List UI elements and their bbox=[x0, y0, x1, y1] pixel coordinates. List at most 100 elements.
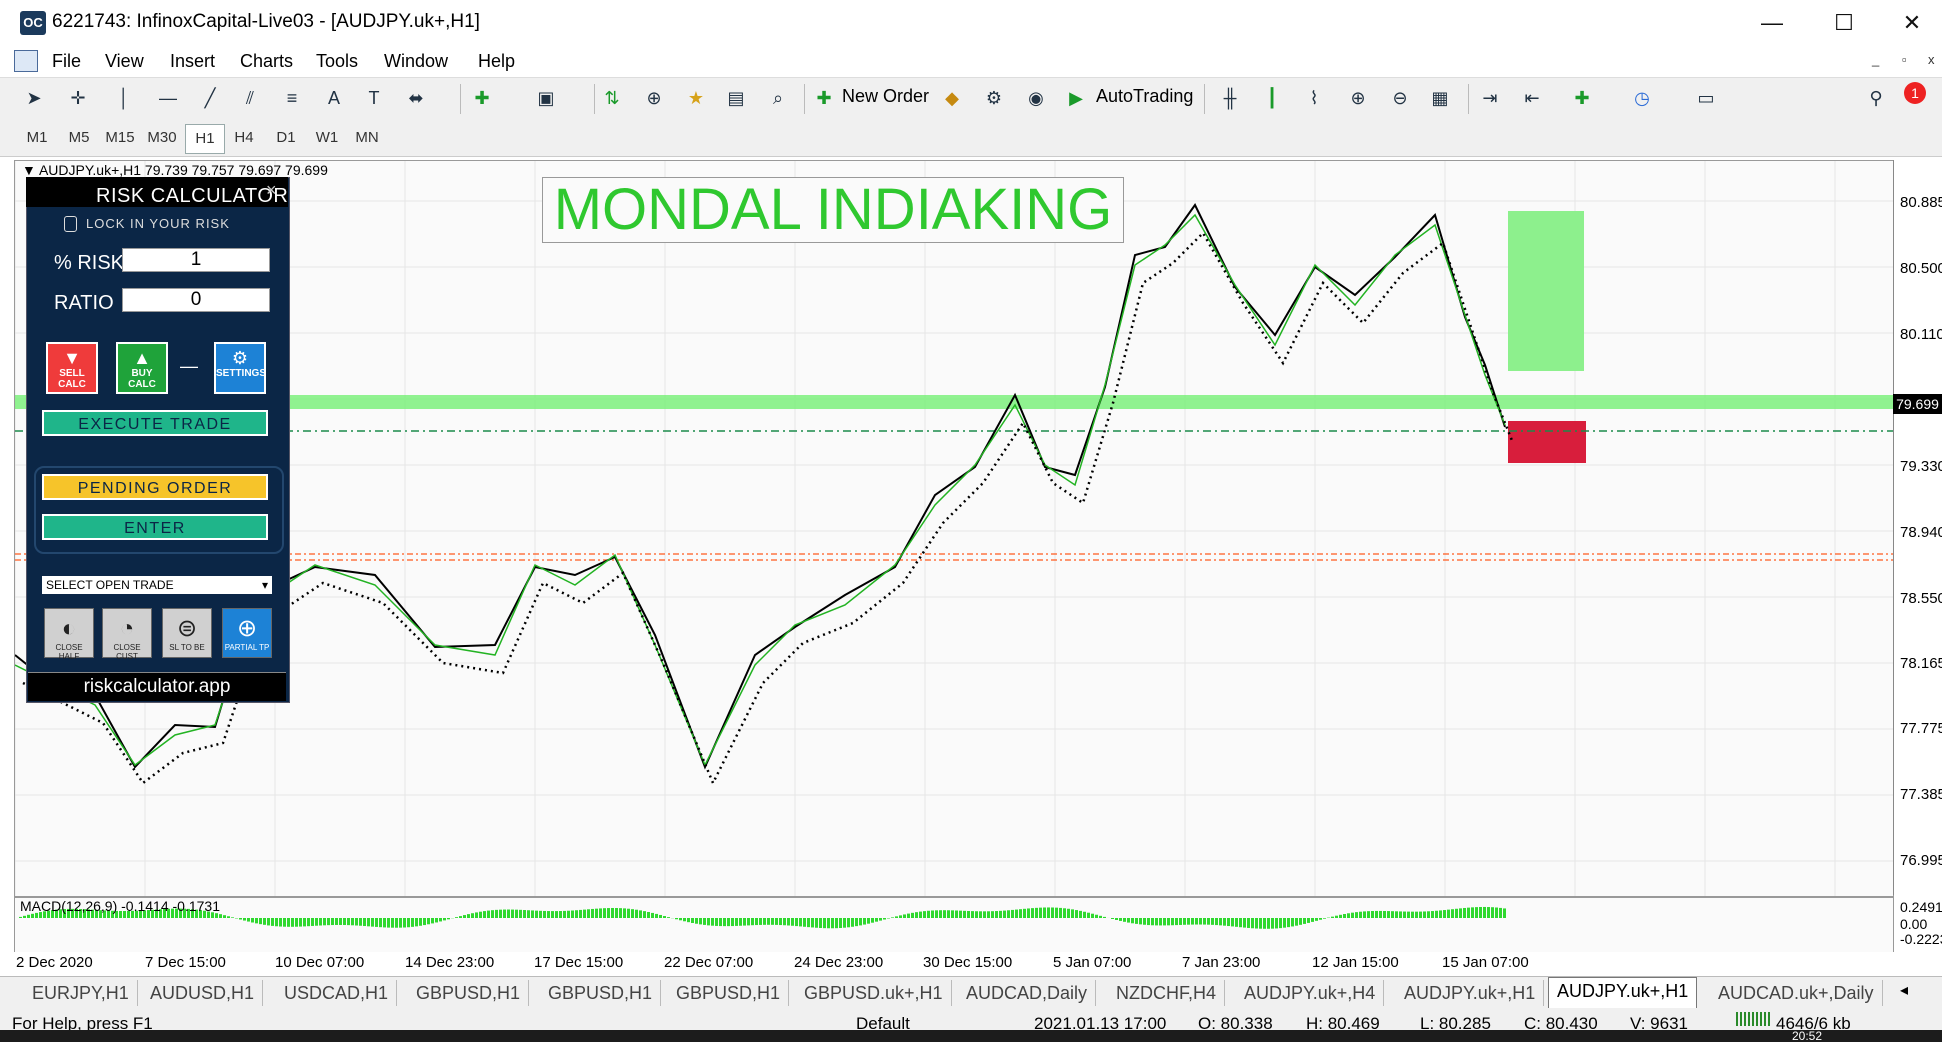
navigator-icon[interactable]: ★ bbox=[684, 86, 708, 110]
autotrading-icon[interactable]: ▶ bbox=[1064, 86, 1088, 110]
chart-tab[interactable]: AUDJPY.uk+,H4 bbox=[1236, 980, 1384, 1006]
data-window-icon[interactable]: ⊕ bbox=[642, 86, 666, 110]
close-cust-button[interactable]: ◔ CLOSE CUST bbox=[102, 608, 152, 658]
terminal-icon[interactable]: ▤ bbox=[724, 86, 748, 110]
sl-to-be-button[interactable]: ⊜ SL TO BE bbox=[162, 608, 212, 658]
equidistant-channel-icon[interactable]: ⫽ bbox=[238, 86, 262, 110]
strategy-tester-icon[interactable]: ⌕ bbox=[766, 86, 790, 110]
signals-icon[interactable]: ⚙ bbox=[982, 86, 1006, 110]
chart-tab[interactable]: GBPUSD.uk+,H1 bbox=[796, 980, 952, 1006]
macd-histogram-bar bbox=[663, 916, 666, 918]
close-half-button[interactable]: ◐ CLOSE HALF bbox=[44, 608, 94, 658]
timeframe-m30[interactable]: M30 bbox=[143, 124, 181, 152]
mdi-close-button[interactable]: x bbox=[1928, 52, 1935, 67]
buy-calc-button[interactable]: ▲ BUY CALC bbox=[116, 342, 168, 394]
timeframe-mn[interactable]: MN bbox=[348, 124, 386, 152]
macd-histogram-bar bbox=[1015, 910, 1018, 918]
line-chart-icon[interactable]: ⌇ bbox=[1302, 86, 1326, 110]
crosshair-icon[interactable]: ✛ bbox=[66, 86, 90, 110]
macd-histogram-bar bbox=[679, 918, 682, 920]
timeframe-m1[interactable]: M1 bbox=[18, 124, 56, 152]
bar-chart-icon[interactable]: ╫ bbox=[1218, 86, 1242, 110]
timeframe-d1[interactable]: D1 bbox=[267, 124, 305, 152]
timeframe-w1[interactable]: W1 bbox=[308, 124, 346, 152]
pending-order-button[interactable]: PENDING ORDER bbox=[42, 474, 268, 500]
risk-percent-input[interactable]: 1 bbox=[122, 248, 270, 272]
enter-button[interactable]: ENTER bbox=[42, 514, 268, 540]
cursor-icon[interactable]: ➤ bbox=[22, 86, 46, 110]
new-order-icon[interactable]: ✚ bbox=[812, 86, 836, 110]
chart-tab[interactable]: GBPUSD,H1 bbox=[540, 980, 661, 1006]
macd-histogram-bar bbox=[675, 918, 678, 919]
close-button[interactable]: ✕ bbox=[1888, 6, 1936, 40]
macd-histogram-bar bbox=[19, 917, 22, 918]
menu-tools[interactable]: Tools bbox=[316, 51, 358, 72]
menu-window[interactable]: Window bbox=[384, 51, 448, 72]
horizontal-line-icon[interactable]: — bbox=[156, 86, 180, 110]
lock-icon[interactable] bbox=[64, 216, 77, 232]
metaeditor-icon[interactable]: ◆ bbox=[940, 86, 964, 110]
vertical-line-icon[interactable]: │ bbox=[112, 86, 136, 110]
menu-help[interactable]: Help bbox=[478, 51, 515, 72]
fibonacci-icon[interactable]: ≡ bbox=[280, 86, 304, 110]
execute-trade-button[interactable]: EXECUTE TRADE bbox=[42, 410, 268, 436]
tab-scroll-left-icon[interactable]: ◂ bbox=[1900, 980, 1908, 1000]
price-chart-canvas bbox=[15, 161, 1893, 896]
chart-tab[interactable]: AUDUSD,H1 bbox=[142, 980, 263, 1006]
periods-icon[interactable]: ◷ bbox=[1630, 86, 1654, 110]
chart-tab[interactable]: AUDCAD,Daily bbox=[958, 980, 1096, 1006]
chart-tab-active[interactable]: AUDJPY.uk+,H1 bbox=[1548, 977, 1697, 1009]
chart-tab[interactable]: GBPUSD,H1 bbox=[668, 980, 789, 1006]
risk-calculator-close-icon[interactable]: × bbox=[266, 180, 277, 201]
zoom-in-icon[interactable]: ⊕ bbox=[1346, 86, 1370, 110]
autotrading-button[interactable]: AutoTrading bbox=[1096, 86, 1193, 107]
market-icon[interactable]: ◉ bbox=[1024, 86, 1048, 110]
indicators-icon[interactable]: ✚ bbox=[1570, 86, 1594, 110]
autoscroll-icon[interactable]: ⇥ bbox=[1478, 86, 1502, 110]
minimize-button[interactable]: — bbox=[1748, 6, 1796, 40]
timeframe-m5[interactable]: M5 bbox=[60, 124, 98, 152]
chart-window-icon[interactable] bbox=[14, 50, 38, 72]
sell-calc-button[interactable]: ▼ SELL CALC bbox=[46, 342, 98, 394]
notification-badge[interactable]: 1 bbox=[1904, 82, 1926, 104]
chart-tab[interactable]: AUDJPY.uk+,H1 bbox=[1396, 980, 1544, 1006]
candlestick-icon[interactable]: ┃ bbox=[1260, 86, 1284, 110]
ratio-input[interactable]: 0 bbox=[122, 288, 270, 312]
market-watch-icon[interactable]: ⇅ bbox=[600, 86, 624, 110]
search-icon[interactable]: ⚲ bbox=[1864, 86, 1888, 110]
tile-windows-icon[interactable]: ▦ bbox=[1428, 86, 1452, 110]
mdi-minimize-button[interactable]: _ bbox=[1872, 52, 1879, 67]
chart-tab[interactable]: GBPUSD,H1 bbox=[408, 980, 529, 1006]
new-chart-icon[interactable]: ✚ bbox=[470, 86, 494, 110]
chart-shift-icon[interactable]: ⇤ bbox=[1520, 86, 1544, 110]
zoom-out-icon[interactable]: ⊖ bbox=[1388, 86, 1412, 110]
profiles-icon[interactable]: ▣ bbox=[534, 86, 558, 110]
settings-button[interactable]: ⚙ SETTINGS bbox=[214, 342, 266, 394]
timeframe-m15[interactable]: M15 bbox=[101, 124, 139, 152]
chart-tab[interactable]: AUDCAD.uk+,Daily bbox=[1710, 980, 1883, 1006]
trendline-icon[interactable]: ╱ bbox=[198, 86, 222, 110]
menu-insert[interactable]: Insert bbox=[170, 51, 215, 72]
mdi-restore-button[interactable]: ▫ bbox=[1902, 52, 1907, 67]
price-chart[interactable] bbox=[14, 160, 1894, 897]
text-icon[interactable]: A bbox=[322, 86, 346, 110]
lock-risk-label[interactable]: LOCK IN YOUR RISK bbox=[86, 216, 230, 231]
templates-icon[interactable]: ▭ bbox=[1694, 86, 1718, 110]
chart-tab[interactable]: USDCAD,H1 bbox=[276, 980, 397, 1006]
select-open-trade-dropdown[interactable]: SELECT OPEN TRADE ▾ bbox=[42, 576, 272, 594]
macd-histogram-bar bbox=[1087, 913, 1090, 918]
chart-tab[interactable]: EURJPY,H1 bbox=[24, 980, 138, 1006]
text-label-icon[interactable]: T bbox=[362, 86, 386, 110]
arrows-icon[interactable]: ⬌ bbox=[404, 86, 428, 110]
chart-tab[interactable]: NZDCHF,H4 bbox=[1108, 980, 1225, 1006]
menu-charts[interactable]: Charts bbox=[240, 51, 293, 72]
menu-file[interactable]: File bbox=[52, 51, 81, 72]
maximize-button[interactable]: ☐ bbox=[1820, 6, 1868, 40]
timeframe-h1[interactable]: H1 bbox=[185, 124, 225, 154]
risk-calculator-link[interactable]: riskcalculator.app bbox=[28, 672, 286, 701]
timeframe-h4[interactable]: H4 bbox=[225, 124, 263, 152]
macd-panel[interactable] bbox=[14, 897, 1894, 953]
new-order-button[interactable]: New Order bbox=[842, 86, 929, 107]
menu-view[interactable]: View bbox=[105, 51, 144, 72]
partial-tp-button[interactable]: ⊕ PARTIAL TP bbox=[222, 608, 272, 658]
